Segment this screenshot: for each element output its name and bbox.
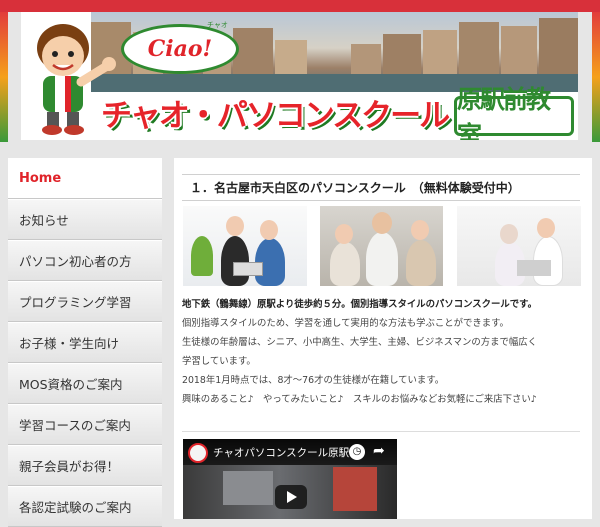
main-content: １．名古屋市天白区のパソコンスクール （無料体験受付中） 地下鉄（鶴舞線）原駅よ…: [174, 158, 592, 519]
nav-item-courses[interactable]: 学習コースのご案内: [8, 404, 162, 445]
share-icon[interactable]: ➦: [373, 443, 385, 459]
video-title[interactable]: チャオパソコンスクール原駅...: [213, 445, 353, 460]
channel-logo-icon[interactable]: [188, 443, 208, 463]
intro-line: 2018年1月時点では、8才～76才の生徒様が在籍しています。: [182, 375, 445, 386]
nav-item-news[interactable]: お知らせ: [8, 199, 162, 240]
ciao-logo-text: Ciao!: [147, 36, 213, 62]
branch-name: 原駅前教室: [454, 85, 574, 140]
top-color-bar: [0, 0, 600, 12]
play-button[interactable]: [275, 485, 307, 509]
ciao-logo: Ciao!: [121, 24, 239, 74]
nav-item-home[interactable]: Home: [8, 158, 162, 199]
photo-instructors: [183, 206, 307, 286]
watch-later-icon[interactable]: ◷: [349, 444, 365, 460]
intro-text: 地下鉄（鶴舞線）原駅より徒歩約５分。個別指導スタイルのパソコンスクールです。 個…: [182, 295, 586, 409]
nav-item-family[interactable]: 親子会員がお得！: [8, 445, 162, 486]
nav-item-beginners[interactable]: パソコン初心者の方: [8, 240, 162, 281]
sidebar-nav: Home お知らせ パソコン初心者の方 プログラミング学習 お子様・学生向け M…: [8, 158, 162, 527]
header-banner[interactable]: Ciao! チャオ チャオ・パソコンスクール 原駅前教室: [21, 12, 578, 140]
section-heading: １．名古屋市天白区のパソコンスクール （無料体験受付中）: [182, 174, 580, 201]
nav-item-certifications[interactable]: 各認定試験のご案内: [8, 486, 162, 527]
youtube-video[interactable]: チャオパソコンスクール原駅... ◷ ➦: [183, 439, 397, 519]
ciao-ruby: チャオ: [207, 21, 228, 29]
nav-item-kids-students[interactable]: お子様・学生向け: [8, 322, 162, 363]
school-name: チャオ・パソコンスクール: [101, 98, 450, 134]
nav-item-mos[interactable]: MOS資格のご案内: [8, 363, 162, 404]
intro-line: 学習しています。: [182, 356, 256, 367]
divider: [182, 431, 580, 432]
intro-line: 個別指導スタイルのため、学習を通して実用的な方法も学ぶことができます。: [182, 318, 509, 329]
left-decor-stripe: [0, 12, 8, 142]
photo-students: [320, 206, 443, 286]
photo-seniors: [457, 206, 581, 286]
nav-item-programming[interactable]: プログラミング学習: [8, 281, 162, 322]
intro-line: 興味のあること♪ やってみたいこと♪ スキルのお悩みなどお気軽にご来店下さい♪: [182, 394, 537, 405]
intro-line: 生徒様の年齢層は、シニア、小中高生、大学生、主婦、ビジネスマンの方まで幅広く: [182, 337, 538, 348]
right-decor-stripe: [592, 12, 600, 142]
intro-lead: 地下鉄（鶴舞線）原駅より徒歩約５分。個別指導スタイルのパソコンスクールです。: [182, 299, 537, 310]
